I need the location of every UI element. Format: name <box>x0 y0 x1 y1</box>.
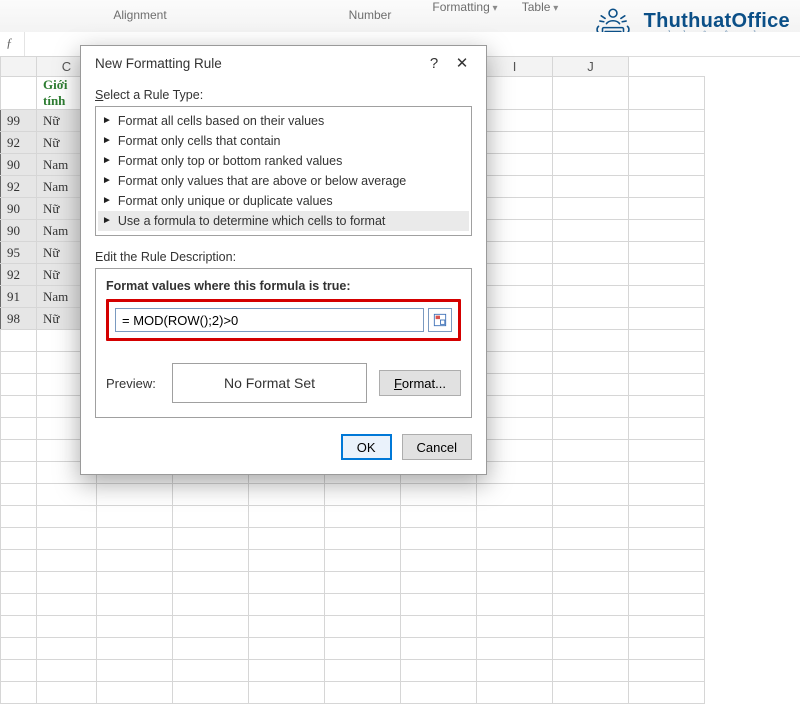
ok-button[interactable]: OK <box>341 434 392 460</box>
ribbon-btn-formatting[interactable]: Formatting ▾ <box>420 0 510 16</box>
col-header[interactable]: J <box>553 57 629 77</box>
edit-rule-description-label: Edit the Rule Description: <box>95 250 472 264</box>
table-row[interactable] <box>1 572 705 594</box>
col-header[interactable]: I <box>477 57 553 77</box>
cell[interactable]: 92 <box>1 132 37 154</box>
select-rule-type-label: Select a Rule Type: <box>95 88 472 102</box>
preview-label: Preview: <box>106 376 160 391</box>
preview-box: No Format Set <box>172 363 367 403</box>
cancel-button[interactable]: Cancel <box>402 434 472 460</box>
table-row[interactable] <box>1 682 705 704</box>
ribbon-btn-formatting-label: Formatting <box>432 0 489 14</box>
range-picker-icon <box>433 313 447 327</box>
cell[interactable]: 92 <box>1 264 37 286</box>
rule-type-label: Format only cells that contain <box>118 134 281 148</box>
formula-bar-icon: ƒ <box>6 35 20 49</box>
cell[interactable]: 91 <box>1 286 37 308</box>
new-formatting-rule-dialog: New Formatting Rule ? ✕ Select a Rule Ty… <box>80 45 487 475</box>
bullet-icon: ► <box>102 176 112 186</box>
rule-type-item[interactable]: ► Format only unique or duplicate values <box>98 191 469 211</box>
rule-type-item[interactable]: ► Use a formula to determine which cells … <box>98 211 469 231</box>
chevron-down-icon: ▾ <box>550 3 558 14</box>
ribbon-btn-table-label: Table <box>522 0 551 14</box>
table-row[interactable] <box>1 638 705 660</box>
cell[interactable]: 90 <box>1 154 37 176</box>
ribbon-btn-table[interactable]: Table ▾ <box>510 0 570 16</box>
cell[interactable]: 98 <box>1 308 37 330</box>
table-row[interactable] <box>1 616 705 638</box>
bullet-icon: ► <box>102 156 112 166</box>
rule-type-item[interactable]: ► Format only cells that contain <box>98 131 469 151</box>
formula-input[interactable] <box>115 308 424 332</box>
bullet-icon: ► <box>102 216 112 226</box>
rule-type-label: Format all cells based on their values <box>118 114 324 128</box>
range-picker-button[interactable] <box>428 308 452 332</box>
rule-type-item[interactable]: ► Format all cells based on their values <box>98 111 469 131</box>
table-row[interactable] <box>1 528 705 550</box>
table-row[interactable] <box>1 484 705 506</box>
ribbon-group-number: Number <box>310 8 430 22</box>
rule-description-box: Format values where this formula is true… <box>95 268 472 418</box>
rule-type-label: Use a formula to determine which cells t… <box>118 214 385 228</box>
cell[interactable]: 92 <box>1 176 37 198</box>
cell[interactable]: 90 <box>1 220 37 242</box>
rule-type-item[interactable]: ► Format only values that are above or be… <box>98 171 469 191</box>
rule-type-item[interactable]: ► Format only top or bottom ranked values <box>98 151 469 171</box>
formula-input-highlight <box>106 299 461 341</box>
dialog-title: New Formatting Rule <box>95 56 420 71</box>
dialog-titlebar[interactable]: New Formatting Rule ? ✕ <box>81 46 486 80</box>
table-row[interactable] <box>1 594 705 616</box>
table-row[interactable] <box>1 550 705 572</box>
rule-type-label: Format only values that are above or bel… <box>118 174 406 188</box>
formula-header-label: Format values where this formula is true… <box>106 279 461 293</box>
close-icon[interactable]: ✕ <box>448 54 476 72</box>
chevron-down-icon: ▾ <box>490 3 498 14</box>
rule-type-label: Format only unique or duplicate values <box>118 194 333 208</box>
rule-type-list[interactable]: ►Format all cells based on their values►… <box>95 106 472 236</box>
format-button[interactable]: Format... <box>379 370 461 396</box>
help-icon[interactable]: ? <box>420 55 448 72</box>
bullet-icon: ► <box>102 116 112 126</box>
watermark-brand: ThuthuatOffice <box>644 10 790 32</box>
table-row[interactable] <box>1 660 705 682</box>
col-header-blank[interactable] <box>1 57 37 77</box>
cell[interactable]: 99 <box>1 110 37 132</box>
cell[interactable]: 95 <box>1 242 37 264</box>
bullet-icon: ► <box>102 136 112 146</box>
rule-type-label: Format only top or bottom ranked values <box>118 154 342 168</box>
ribbon-group-alignment: Alignment <box>80 8 200 22</box>
table-row[interactable] <box>1 506 705 528</box>
bullet-icon: ► <box>102 196 112 206</box>
cell[interactable]: 90 <box>1 198 37 220</box>
